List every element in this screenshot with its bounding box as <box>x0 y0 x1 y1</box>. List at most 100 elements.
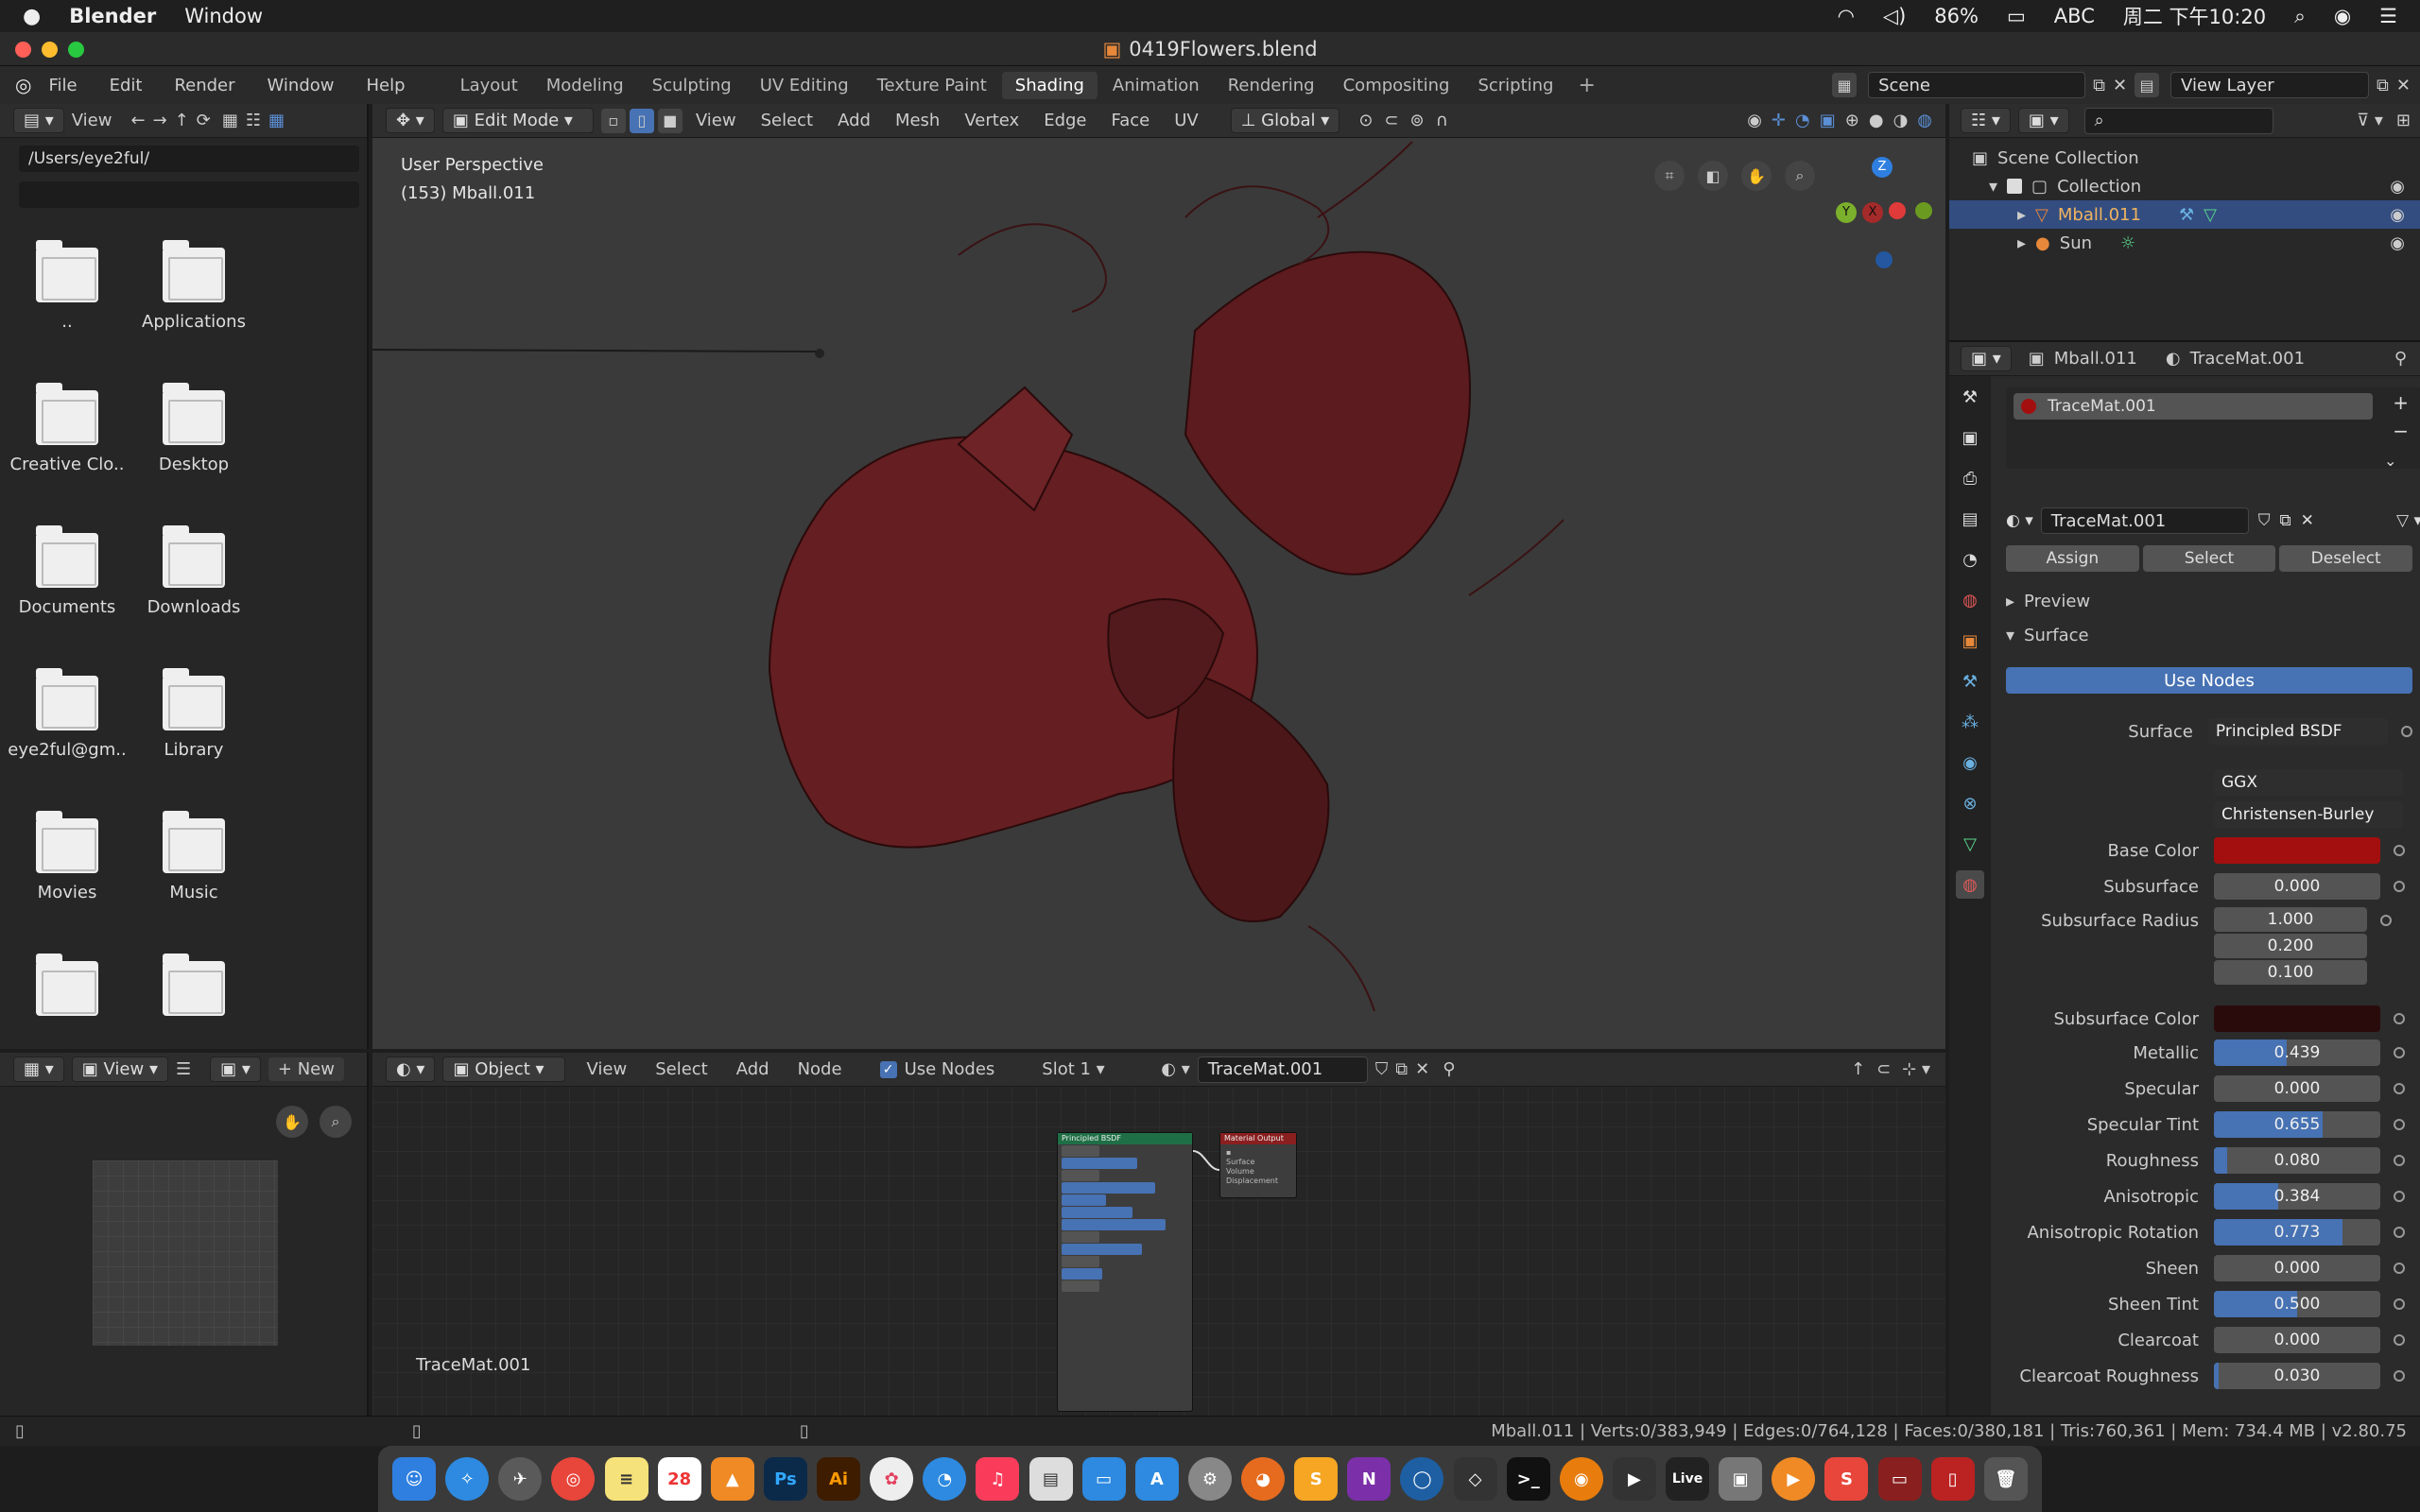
output-tab-icon[interactable]: ⎙ <box>1956 464 1984 492</box>
parent-dir-icon[interactable]: ↑ <box>175 111 189 130</box>
tab-layout[interactable]: Layout <box>447 72 531 99</box>
param-link-icon[interactable] <box>2394 1083 2405 1094</box>
param-slider[interactable]: 0.030 <box>2214 1363 2380 1389</box>
add-workspace-icon[interactable]: + <box>1578 74 1595 97</box>
view-layer-tab-icon[interactable]: ▤ <box>1956 505 1984 533</box>
scene-close-icon[interactable]: ✕ <box>2113 76 2127 95</box>
object-tab-icon[interactable]: ▣ <box>1956 627 1984 655</box>
param-link-icon[interactable] <box>2394 881 2405 892</box>
param-slider[interactable]: 0.000 <box>2214 1327 2380 1353</box>
use-nodes-button[interactable]: Use Nodes <box>2006 667 2412 694</box>
folder-item[interactable]: Music <box>132 811 255 902</box>
surface-panel-header[interactable]: ▾ Surface <box>2006 626 2089 645</box>
subsurface-method-dropdown[interactable]: Christensen-Burley <box>2214 801 2403 828</box>
terminal-icon[interactable]: >_ <box>1506 1457 1550 1501</box>
menu-render[interactable]: Render <box>174 76 234 95</box>
outliner-item-mball[interactable]: ▸ ▽ Mball.011 ⚒ ▽ ◉ <box>1949 200 2420 229</box>
refresh-icon[interactable]: ⟳ <box>197 111 211 130</box>
material-name-field[interactable]: TraceMat.001 <box>2040 507 2249 534</box>
collection-visibility-icon[interactable]: ◉ <box>2390 177 2405 197</box>
scene-tab-icon[interactable]: ◔ <box>1956 545 1984 574</box>
outliner-search[interactable]: ⌕ <box>2083 107 2273 134</box>
onenote-icon[interactable]: N <box>1347 1457 1392 1501</box>
launchpad-icon[interactable]: ✈ <box>498 1457 543 1501</box>
display-mode-icon[interactable]: ▦ <box>222 111 238 130</box>
material-fake-user-icon[interactable]: ⛉ <box>2258 511 2271 530</box>
illustrator-icon[interactable]: Ai <box>817 1457 861 1501</box>
search-icon[interactable]: ⌕ <box>2294 5 2306 28</box>
param-link-icon[interactable] <box>2394 1370 2405 1382</box>
folder-item[interactable]: Desktop <box>132 383 255 474</box>
param-link-icon[interactable] <box>2394 1119 2405 1130</box>
siri-icon[interactable]: ◉ <box>2334 5 2351 27</box>
image-browse-dropdown[interactable]: ▣ ▾ <box>210 1057 261 1082</box>
photoshop-icon[interactable]: Ps <box>763 1457 807 1501</box>
view-layer-icon[interactable]: ▤ <box>2135 73 2160 97</box>
expand-arrow-icon[interactable]: ▸ <box>2017 233 2026 253</box>
properties-editor-type[interactable]: ▣ ▾ <box>1961 346 2012 371</box>
folder-item[interactable] <box>132 954 255 1025</box>
material-copy-icon[interactable]: ⧉ <box>2280 511 2291 530</box>
menu-window[interactable]: Window <box>268 76 335 95</box>
shader-node-editor[interactable]: ◐ ▾ ▣ Object ▾ View Select Add Node ✓ Use N… <box>372 1053 1945 1416</box>
param-link-icon[interactable] <box>2394 1191 2405 1202</box>
render-tab-icon[interactable]: ▣ <box>1956 423 1984 452</box>
music-icon[interactable]: ♫ <box>976 1457 1020 1501</box>
display-mode-dropdown[interactable]: ▣ ▾ <box>2017 108 2069 133</box>
view-layer-copy-icon[interactable]: ⧉ <box>2377 76 2389 95</box>
documents-stack-icon[interactable]: ▯ <box>1930 1457 1975 1501</box>
final-cut-icon[interactable]: ▶ <box>1612 1457 1656 1501</box>
constraints-tab-icon[interactable]: ⊗ <box>1956 789 1984 817</box>
window-menu[interactable]: Window <box>184 5 263 27</box>
outliner-editor-type[interactable]: ☷ ▾ <box>1961 108 2011 133</box>
tab-animation[interactable]: Animation <box>1099 72 1213 99</box>
photos-icon[interactable]: ✿ <box>870 1457 914 1501</box>
world-tab-icon[interactable]: ◍ <box>1956 586 1984 614</box>
param-slider[interactable]: 0.080 <box>2214 1147 2380 1174</box>
image-canvas[interactable] <box>93 1160 278 1346</box>
collection-checkbox[interactable] <box>2007 179 2023 194</box>
blender-logo-icon[interactable]: ◎ <box>15 74 31 96</box>
folder-item[interactable]: Applications <box>132 240 255 332</box>
path-field[interactable]: /Users/eye2ful/ <box>19 146 359 172</box>
image-zoom-icon[interactable]: ⌕ <box>320 1106 352 1138</box>
calendar-icon[interactable]: 28 <box>657 1457 701 1501</box>
assign-button[interactable]: Assign <box>2006 545 2139 572</box>
param-slider[interactable]: 0.000 <box>2214 1255 2380 1281</box>
keynote-icon[interactable]: ▭ <box>1081 1457 1126 1501</box>
3d-viewport[interactable]: ✥ ▾ ▣ Edit Mode ▾ ▫ ▯ ■ View Select Add Mes… <box>372 104 1945 1049</box>
close-window-button[interactable] <box>15 42 31 58</box>
particles-tab-icon[interactable]: ⁂ <box>1956 708 1984 736</box>
tab-sculpting[interactable]: Sculpting <box>639 72 745 99</box>
subsurface-color-link-icon[interactable] <box>2394 1013 2405 1024</box>
folder-item[interactable] <box>6 954 129 1025</box>
surface-shader-field[interactable]: Principled BSDF <box>2207 718 2389 745</box>
folder-item[interactable]: Documents <box>6 525 129 617</box>
remove-slot-icon[interactable]: − <box>2393 420 2409 442</box>
data-tab-icon[interactable]: ▽ <box>1956 830 1984 858</box>
scene-selector[interactable]: Scene <box>1868 72 2086 98</box>
expand-arrow-icon[interactable]: ▸ <box>2017 205 2026 225</box>
tool-tab-icon[interactable]: ⚒ <box>1956 383 1984 411</box>
file-browser-view-menu[interactable]: View <box>72 111 112 130</box>
subsurface-radius-field[interactable]: 0.100 <box>2214 960 2367 985</box>
base-color-link-icon[interactable] <box>2394 845 2405 856</box>
material-slot-item[interactable]: TraceMat.001 <box>2014 393 2373 420</box>
tab-rendering[interactable]: Rendering <box>1215 72 1328 99</box>
param-link-icon[interactable] <box>2394 1298 2405 1310</box>
menu-edit[interactable]: Edit <box>110 76 143 95</box>
param-slider[interactable]: 0.000 <box>2214 873 2380 900</box>
scene-collection-row[interactable]: ▣ Scene Collection <box>1949 144 2420 172</box>
tab-scripting[interactable]: Scripting <box>1464 72 1566 99</box>
ableton-live-icon[interactable]: Live <box>1666 1457 1710 1501</box>
image-editor-type[interactable]: ▦ ▾ <box>13 1057 64 1082</box>
folder-item[interactable]: Movies <box>6 811 129 902</box>
trash-icon[interactable]: 🗑 <box>1983 1457 2028 1501</box>
menu-icon[interactable]: ☰ <box>2379 5 2397 27</box>
firefox-icon[interactable]: ◕ <box>1241 1457 1286 1501</box>
tab-modeling[interactable]: Modeling <box>533 72 637 99</box>
back-icon[interactable]: ← <box>130 111 145 130</box>
editor-type-dropdown[interactable]: ▤ ▾ <box>13 108 64 133</box>
paw-icon[interactable]: S <box>1824 1457 1869 1501</box>
preview-panel-header[interactable]: ▸ Preview <box>2006 592 2090 611</box>
